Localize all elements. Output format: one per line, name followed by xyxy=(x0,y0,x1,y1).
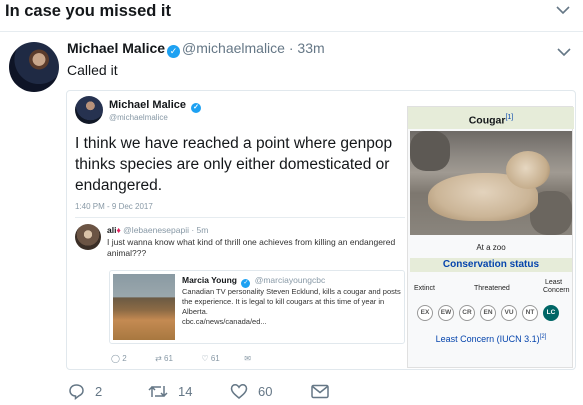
reply-icon xyxy=(69,383,84,400)
chevron-down-icon[interactable] xyxy=(556,5,570,15)
reply-button[interactable]: 2 xyxy=(68,382,102,400)
screenshot-tweet: Michael Malice ✓ @michaelmalice I think … xyxy=(75,96,405,364)
heart-icon: ♡ xyxy=(201,354,209,363)
reply-count: 2 xyxy=(95,383,103,399)
author-handle[interactable]: @michaelmalice xyxy=(182,40,285,56)
status-cr: CR xyxy=(459,305,475,321)
envelope-icon xyxy=(311,384,329,398)
status-en: EN xyxy=(480,305,496,321)
direct-message-button[interactable] xyxy=(311,382,339,400)
like-button[interactable]: 60 xyxy=(230,382,272,400)
avatar[interactable] xyxy=(9,42,59,92)
embedded-author-handle: @michaelmalice xyxy=(109,113,168,122)
tweet-header: Michael Malice ✓ @michaelmalice · 33m xyxy=(67,40,325,58)
reply-icon: ◯ xyxy=(111,354,120,363)
quoted-tweet-image xyxy=(113,274,175,340)
quoted-tweet-link: cbc.ca/news/canada/ed... xyxy=(182,317,267,326)
embedded-action-bar: ◯ 2 ⇄ 61 ♡ 61 ✉ xyxy=(111,354,251,363)
tweet-timestamp[interactable]: 33m xyxy=(297,40,324,56)
banner-title: In case you missed it xyxy=(5,2,171,20)
divider xyxy=(75,217,405,218)
embedded-author-name: Michael Malice ✓ xyxy=(109,99,203,113)
avatar xyxy=(75,96,103,124)
quoted-author-handle: @marciayoungcbc xyxy=(254,275,326,285)
retweet-icon: ⇄ xyxy=(155,354,162,363)
embedded-tweet-date: 1:40 PM - 9 Dec 2017 xyxy=(75,202,153,211)
conservation-heading: Conservation status xyxy=(410,258,572,272)
infobox-title: Cougar[1] xyxy=(408,107,574,129)
status-scale: EX EW CR EN VU NT LC xyxy=(412,305,572,323)
retweet-count: 14 xyxy=(178,383,193,399)
status-ex: EX xyxy=(417,305,433,321)
like-count: 60 xyxy=(258,383,273,399)
embedded-tweet-text: I think we have reached a point where ge… xyxy=(75,135,393,194)
quoted-author-name: Marcia Young xyxy=(182,275,237,285)
chevron-down-icon[interactable] xyxy=(557,47,571,57)
message-icon: ✉ xyxy=(244,354,251,363)
reply-author-handle: @lebaenesepapii · 5m xyxy=(123,225,209,235)
status-ew: EW xyxy=(438,305,454,321)
quoted-tweet-text: Canadian TV personality Steven Ecklund, … xyxy=(182,287,401,326)
status-text: Least Concern (IUCN 3.1)[2] xyxy=(435,334,547,344)
tweet-text: Called it xyxy=(67,62,118,78)
author-name[interactable]: Michael Malice xyxy=(67,40,165,56)
verified-badge-icon: ✓ xyxy=(167,45,181,58)
status-lc: LC xyxy=(543,305,559,321)
verified-badge-icon: ✓ xyxy=(191,103,202,113)
pin-icon: ♦ xyxy=(116,225,121,235)
status-nt: NT xyxy=(522,305,538,321)
quoted-tweet: Marcia Young ✓ @marciayoungcbc Canadian … xyxy=(109,270,405,344)
retweet-icon xyxy=(148,385,168,397)
cougar-photo xyxy=(410,131,572,235)
wikipedia-infobox: Cougar[1] At a zoo Conservation status E… xyxy=(407,106,574,368)
status-vu: VU xyxy=(501,305,517,321)
reply-header: ali♦ @lebaenesepapii · 5m xyxy=(107,225,208,235)
retweet-button[interactable]: 14 xyxy=(148,382,192,400)
avatar xyxy=(75,224,101,250)
photo-caption: At a zoo xyxy=(476,243,506,252)
attached-image[interactable]: Michael Malice ✓ @michaelmalice I think … xyxy=(66,90,576,370)
heart-icon xyxy=(230,383,248,399)
moment-banner: In case you missed it xyxy=(0,0,583,32)
reply-text: I just wanna know what kind of thrill on… xyxy=(107,237,396,258)
separator-dot: · xyxy=(288,40,294,56)
